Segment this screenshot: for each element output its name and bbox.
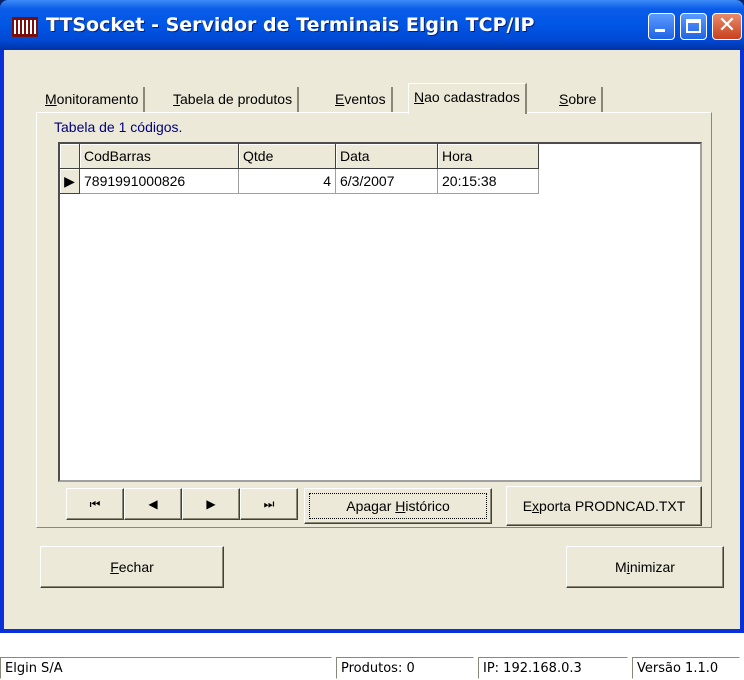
minimize-icon [655,29,665,32]
app-window: TTSocket - Servidor de Terminais Elgin T… [0,0,744,679]
column-header-data[interactable]: Data [336,144,438,169]
last-icon: ⏭ [263,497,275,511]
status-bar: Elgin S/A Produtos: 0 IP: 192.168.0.3 Ve… [0,657,740,679]
maximize-icon [686,19,701,33]
column-header-hora[interactable]: Hora [438,144,539,169]
status-produtos: Produtos: 0 [336,657,474,679]
window-title: TTSocket - Servidor de Terminais Elgin T… [46,14,535,36]
tab-tabela-de-produtos[interactable]: Tabela de produtos [168,87,300,112]
status-ip: IP: 192.168.0.3 [478,657,628,679]
tab-monitoramento[interactable]: Monitoramento [40,87,146,112]
next-icon: ▶ [206,497,216,511]
focus-rectangle [309,493,487,519]
fechar-button[interactable]: Fechar [40,546,224,588]
next-record-button[interactable]: ▶ [182,488,240,520]
client-area: Monitoramento Tabela de produtos Eventos… [0,50,740,679]
minimizar-button[interactable]: Minimizar [566,546,724,588]
exporta-prodncad-button[interactable]: Exporta PRODNCAD.TXT [506,486,702,526]
cell-hora[interactable]: 20:15:38 [438,169,539,194]
window-frame-right [740,50,744,633]
maximize-window-button[interactable] [680,13,707,40]
first-icon: ⏮ [89,497,101,511]
apagar-historico-button[interactable]: Apagar Histórico [304,488,492,524]
status-versao: Versão 1.1.0 [632,657,740,679]
title-bar[interactable]: TTSocket - Servidor de Terminais Elgin T… [0,0,744,50]
tab-eventos[interactable]: Eventos [330,87,393,112]
app-icon [12,17,38,37]
close-icon: ✕ [717,13,737,38]
minimize-window-button[interactable] [648,13,675,40]
row-indicator-icon: ▶ [60,169,80,194]
last-record-button[interactable]: ⏭ [240,488,298,520]
column-header-codbarras[interactable]: CodBarras [80,144,239,169]
cell-data[interactable]: 6/3/2007 [336,169,438,194]
tab-sobre[interactable]: Sobre [554,87,604,112]
grid-indicator-header [60,144,80,169]
prior-icon: ◀ [148,497,158,511]
first-record-button[interactable]: ⏮ [66,488,124,520]
table-count-label: Tabela de 1 códigos. [54,119,183,135]
column-header-qtde[interactable]: Qtde [239,144,336,169]
prior-record-button[interactable]: ◀ [124,488,182,520]
data-grid[interactable]: CodBarras Qtde Data Hora ▶ 7891991000826… [58,142,702,482]
cell-qtde[interactable]: 4 [239,169,336,194]
record-navigator: ⏮ ◀ ▶ ⏭ [66,488,298,520]
close-window-button[interactable]: ✕ [712,13,742,40]
window-frame-bottom [0,629,744,633]
tab-nao-cadastrados[interactable]: Nao cadastrados [408,83,527,114]
status-company: Elgin S/A [0,657,332,679]
cell-codbarras[interactable]: 7891991000826 [80,169,239,194]
